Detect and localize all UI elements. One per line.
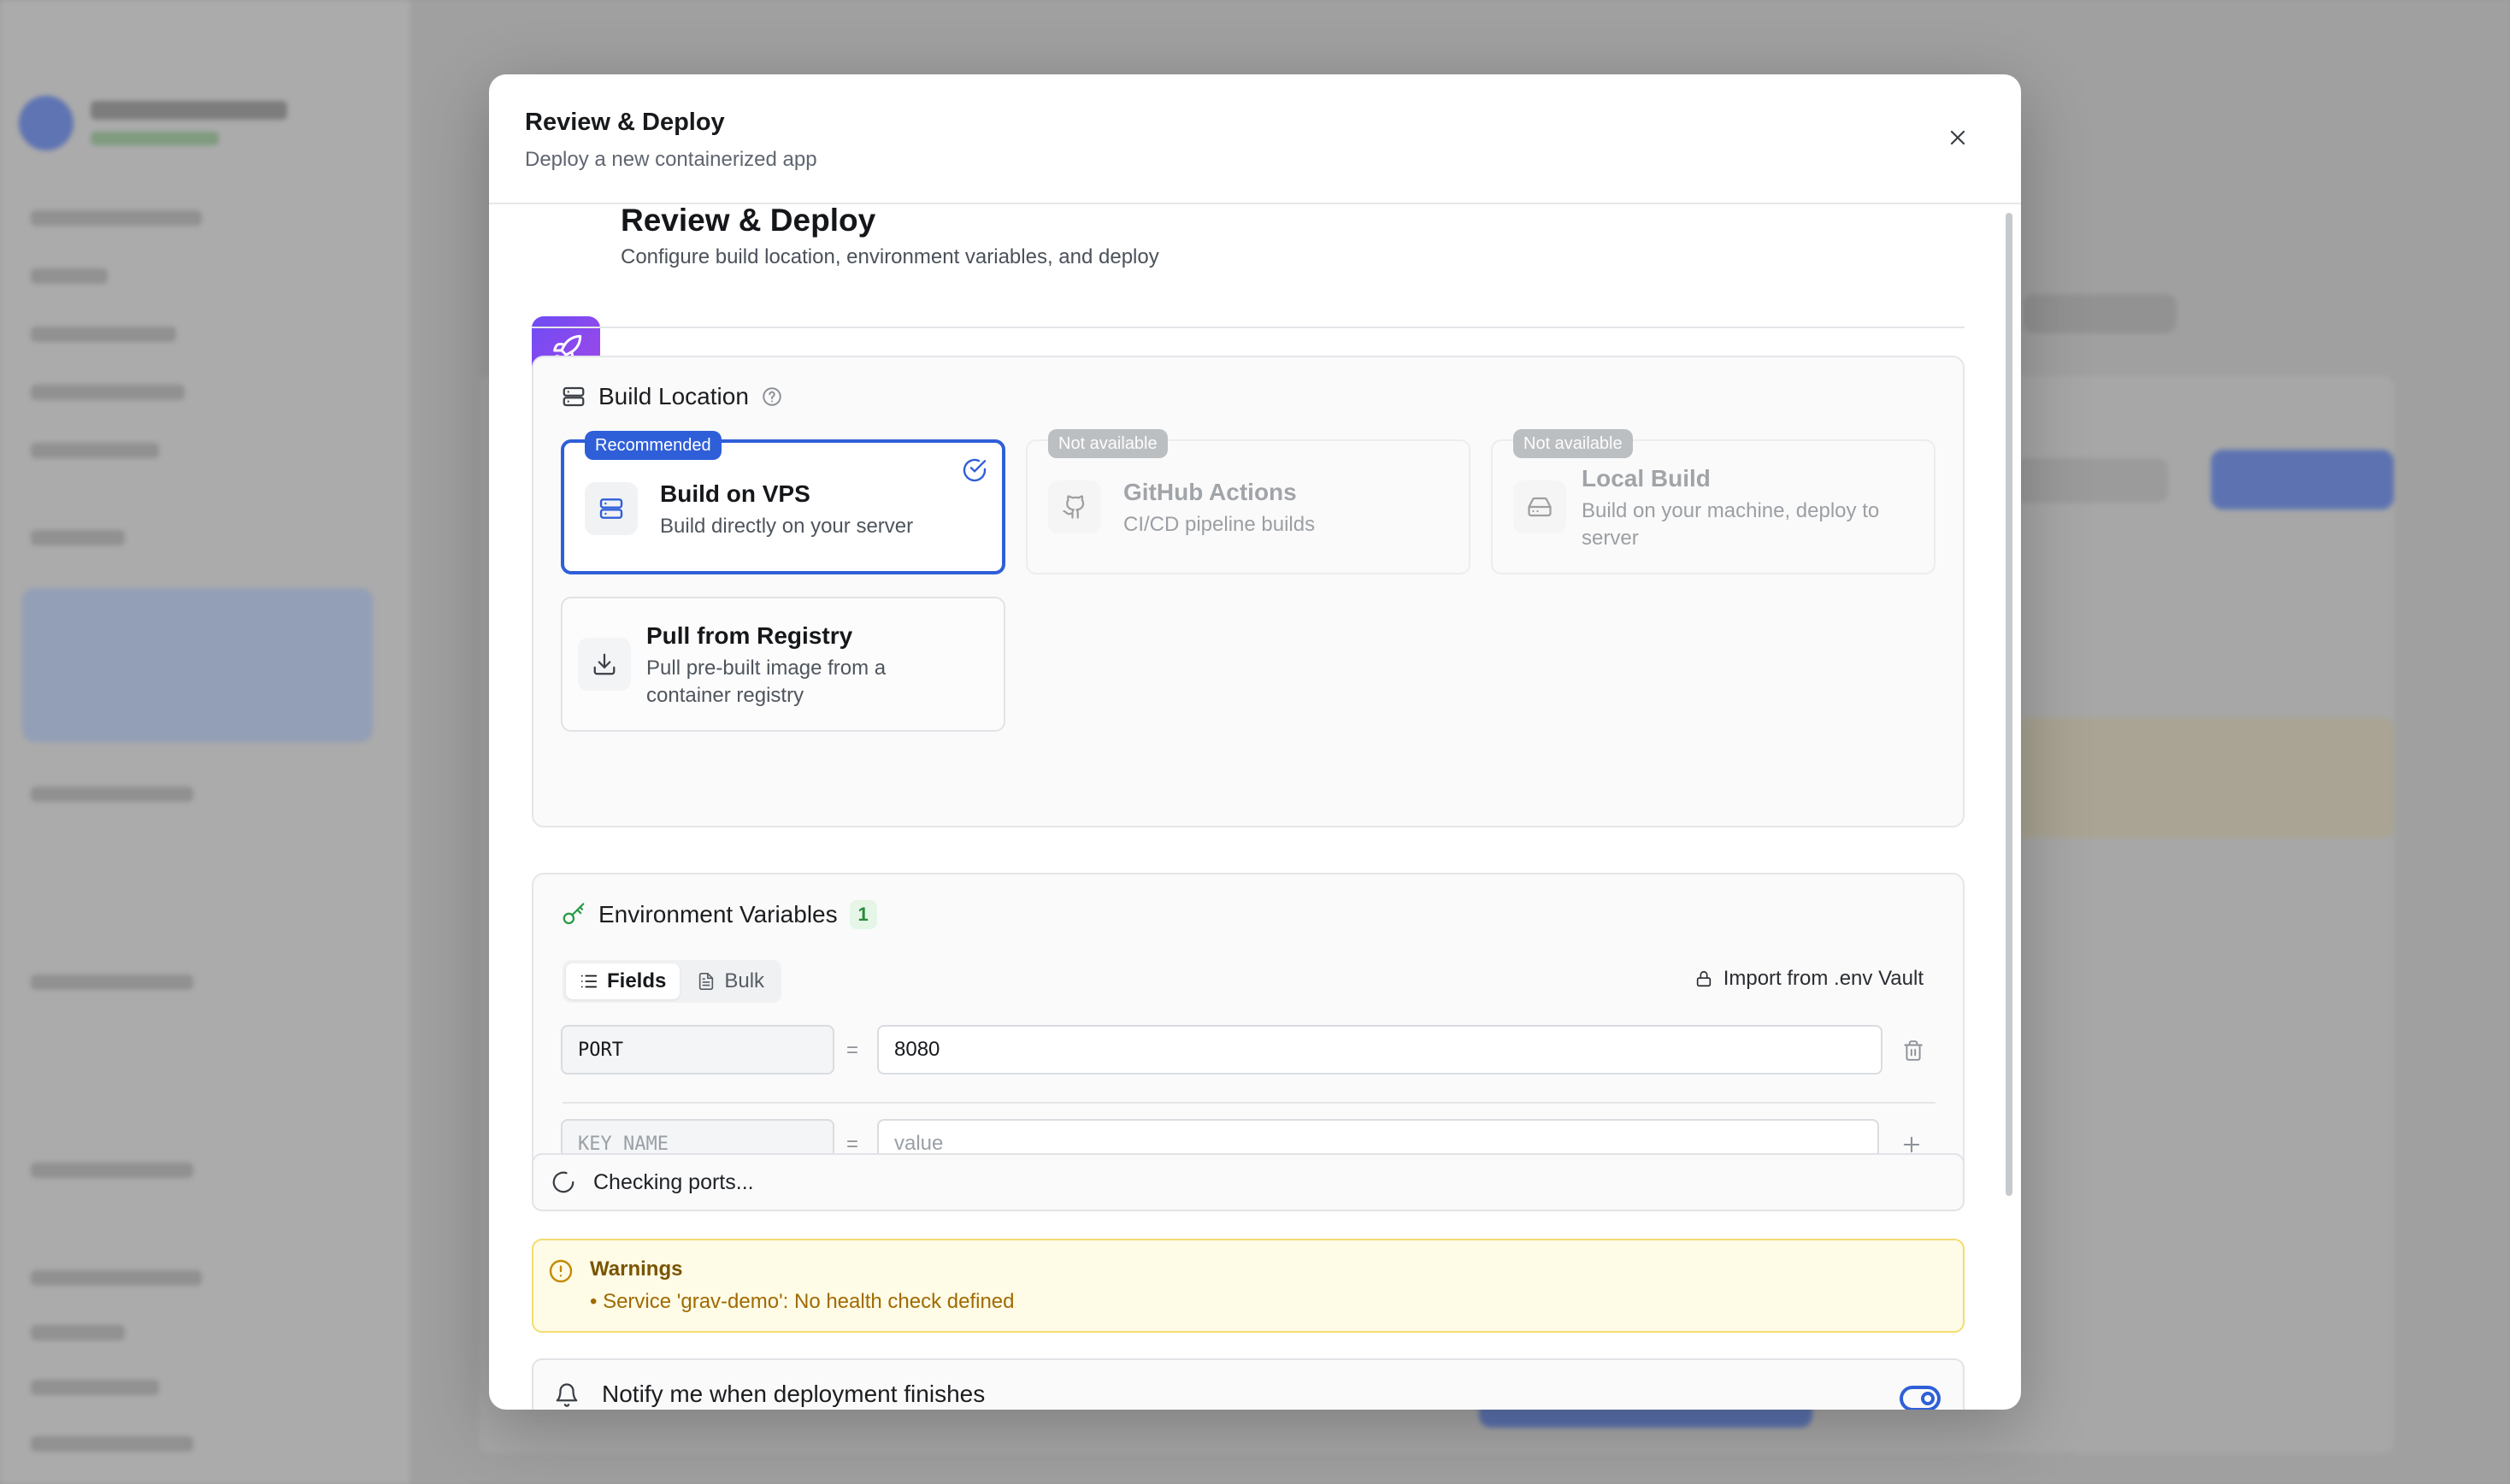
background-nav-item — [31, 443, 159, 458]
option-title: Build on VPS — [660, 480, 810, 507]
option-title: Pull from Registry — [646, 622, 853, 649]
loader-icon — [552, 1171, 574, 1193]
background-nav-item — [31, 327, 176, 342]
option-icon-tile — [585, 482, 638, 535]
github-icon — [1063, 495, 1085, 519]
background-nav-item — [31, 530, 125, 545]
background-pill — [2023, 294, 2177, 333]
delete-row-button[interactable] — [1896, 1034, 1930, 1068]
option-description: Build directly on your server — [660, 515, 914, 538]
close-button[interactable] — [1939, 119, 1977, 156]
option-icon-tile — [1513, 480, 1566, 533]
env-vars-tabs: Fields Bulk — [563, 960, 782, 1003]
close-icon — [1950, 130, 1965, 145]
build-option-vps[interactable]: Recommended Build on VPS Build directly … — [561, 431, 1005, 574]
background-nav-item — [31, 1325, 125, 1340]
build-location-card: Build Location Recommended Build on VPS … — [532, 356, 1965, 827]
not-available-badge: Not available — [1048, 429, 1168, 458]
option-description: Build on your machine, deploy to server — [1582, 499, 1880, 550]
build-location-header: Build Location — [561, 383, 783, 410]
list-icon — [580, 975, 598, 988]
background-nav-item — [31, 975, 193, 990]
step-title: Review & Deploy — [621, 203, 876, 238]
background-brand-sub — [91, 132, 219, 145]
step-description: Configure build location, environment va… — [621, 245, 1159, 268]
warning-item: • Service 'grav-demo': No health check d… — [590, 1290, 1015, 1313]
env-value-input[interactable]: 8080 — [877, 1025, 1882, 1075]
background-nav-item — [31, 1436, 193, 1452]
notify-label: Notify me when deployment finishes — [602, 1381, 986, 1407]
option-description: Pull pre-built image from a container re… — [646, 657, 887, 707]
modal-header: Review & Deploy Deploy a new containeriz… — [489, 74, 2021, 204]
tab-label: Bulk — [724, 969, 765, 992]
modal-title: Review & Deploy — [525, 109, 725, 136]
build-option-github-actions: Not available GitHub Actions CI/CD pipel… — [1026, 429, 1470, 574]
option-title: Local Build — [1582, 465, 1711, 492]
background-nav-item — [31, 210, 202, 226]
option-icon-tile — [578, 638, 631, 691]
server-icon — [599, 498, 623, 519]
env-vars-title: Environment Variables — [598, 901, 838, 928]
check-circle-icon — [963, 458, 987, 482]
help-icon[interactable] — [761, 386, 783, 408]
warnings-title: Warnings — [590, 1257, 683, 1281]
lock-icon — [1696, 970, 1711, 987]
equals-sign: = — [846, 1039, 859, 1062]
not-available-badge: Not available — [1513, 429, 1633, 458]
recommended-badge: Recommended — [585, 431, 722, 460]
background-brand — [91, 101, 287, 120]
warnings-box: Warnings • Service 'grav-demo': No healt… — [532, 1239, 1965, 1333]
background-selected-item — [22, 588, 373, 742]
env-vars-header: Environment Variables 1 — [561, 900, 877, 929]
key-icon — [563, 903, 585, 925]
background-secondary-button — [2014, 458, 2168, 503]
background-primary-button — [2211, 450, 2394, 509]
background-nav-item — [31, 1270, 202, 1286]
download-icon — [593, 653, 616, 675]
deploy-modal: Review & Deploy Deploy a new containeriz… — [489, 74, 2021, 1410]
option-description: CI/CD pipeline builds — [1123, 513, 1316, 536]
port-check-status: Checking ports... — [532, 1153, 1965, 1211]
hard-drive-icon — [1528, 497, 1552, 517]
background-nav-item — [31, 385, 185, 400]
notify-toggle[interactable] — [1900, 1386, 1941, 1410]
port-check-text: Checking ports... — [593, 1169, 754, 1194]
step-divider — [532, 327, 1965, 328]
option-title: GitHub Actions — [1123, 479, 1297, 505]
option-icon-tile — [1048, 480, 1101, 533]
row-divider — [563, 1102, 1936, 1104]
scrollbar[interactable] — [2006, 213, 2012, 1196]
env-vars-card: Environment Variables 1 Fields Bulk Impo… — [532, 873, 1965, 1198]
tab-fields[interactable]: Fields — [566, 963, 681, 999]
tab-bulk[interactable]: Bulk — [683, 963, 778, 999]
background-nav-item — [31, 786, 193, 802]
file-text-icon — [699, 973, 714, 990]
toggle-knob — [1921, 1392, 1935, 1405]
background-sidebar — [0, 0, 410, 1484]
env-vars-count-badge: 1 — [849, 900, 877, 929]
tab-label: Fields — [607, 969, 667, 992]
bell-icon — [556, 1383, 578, 1407]
import-env-vault-button[interactable]: Import from .env Vault — [1694, 967, 1924, 991]
alert-circle-icon — [549, 1259, 573, 1283]
build-option-registry[interactable]: Pull from Registry Pull pre-built image … — [561, 597, 1005, 732]
env-key-input[interactable]: PORT — [561, 1025, 834, 1075]
background-nav-item — [31, 1380, 159, 1395]
import-env-vault-label: Import from .env Vault — [1723, 967, 1924, 990]
build-option-local: Not available Local Build Build on your … — [1491, 429, 1936, 574]
modal-subtitle: Deploy a new containerized app — [525, 148, 817, 171]
notify-row: Notify me when deployment finishes — [532, 1358, 1965, 1410]
background-nav-item — [31, 1163, 193, 1178]
background-logo — [19, 96, 74, 150]
background-nav-item — [31, 268, 108, 284]
build-location-title: Build Location — [598, 383, 749, 409]
server-icon — [563, 386, 585, 407]
trash-icon — [1904, 1040, 1923, 1061]
